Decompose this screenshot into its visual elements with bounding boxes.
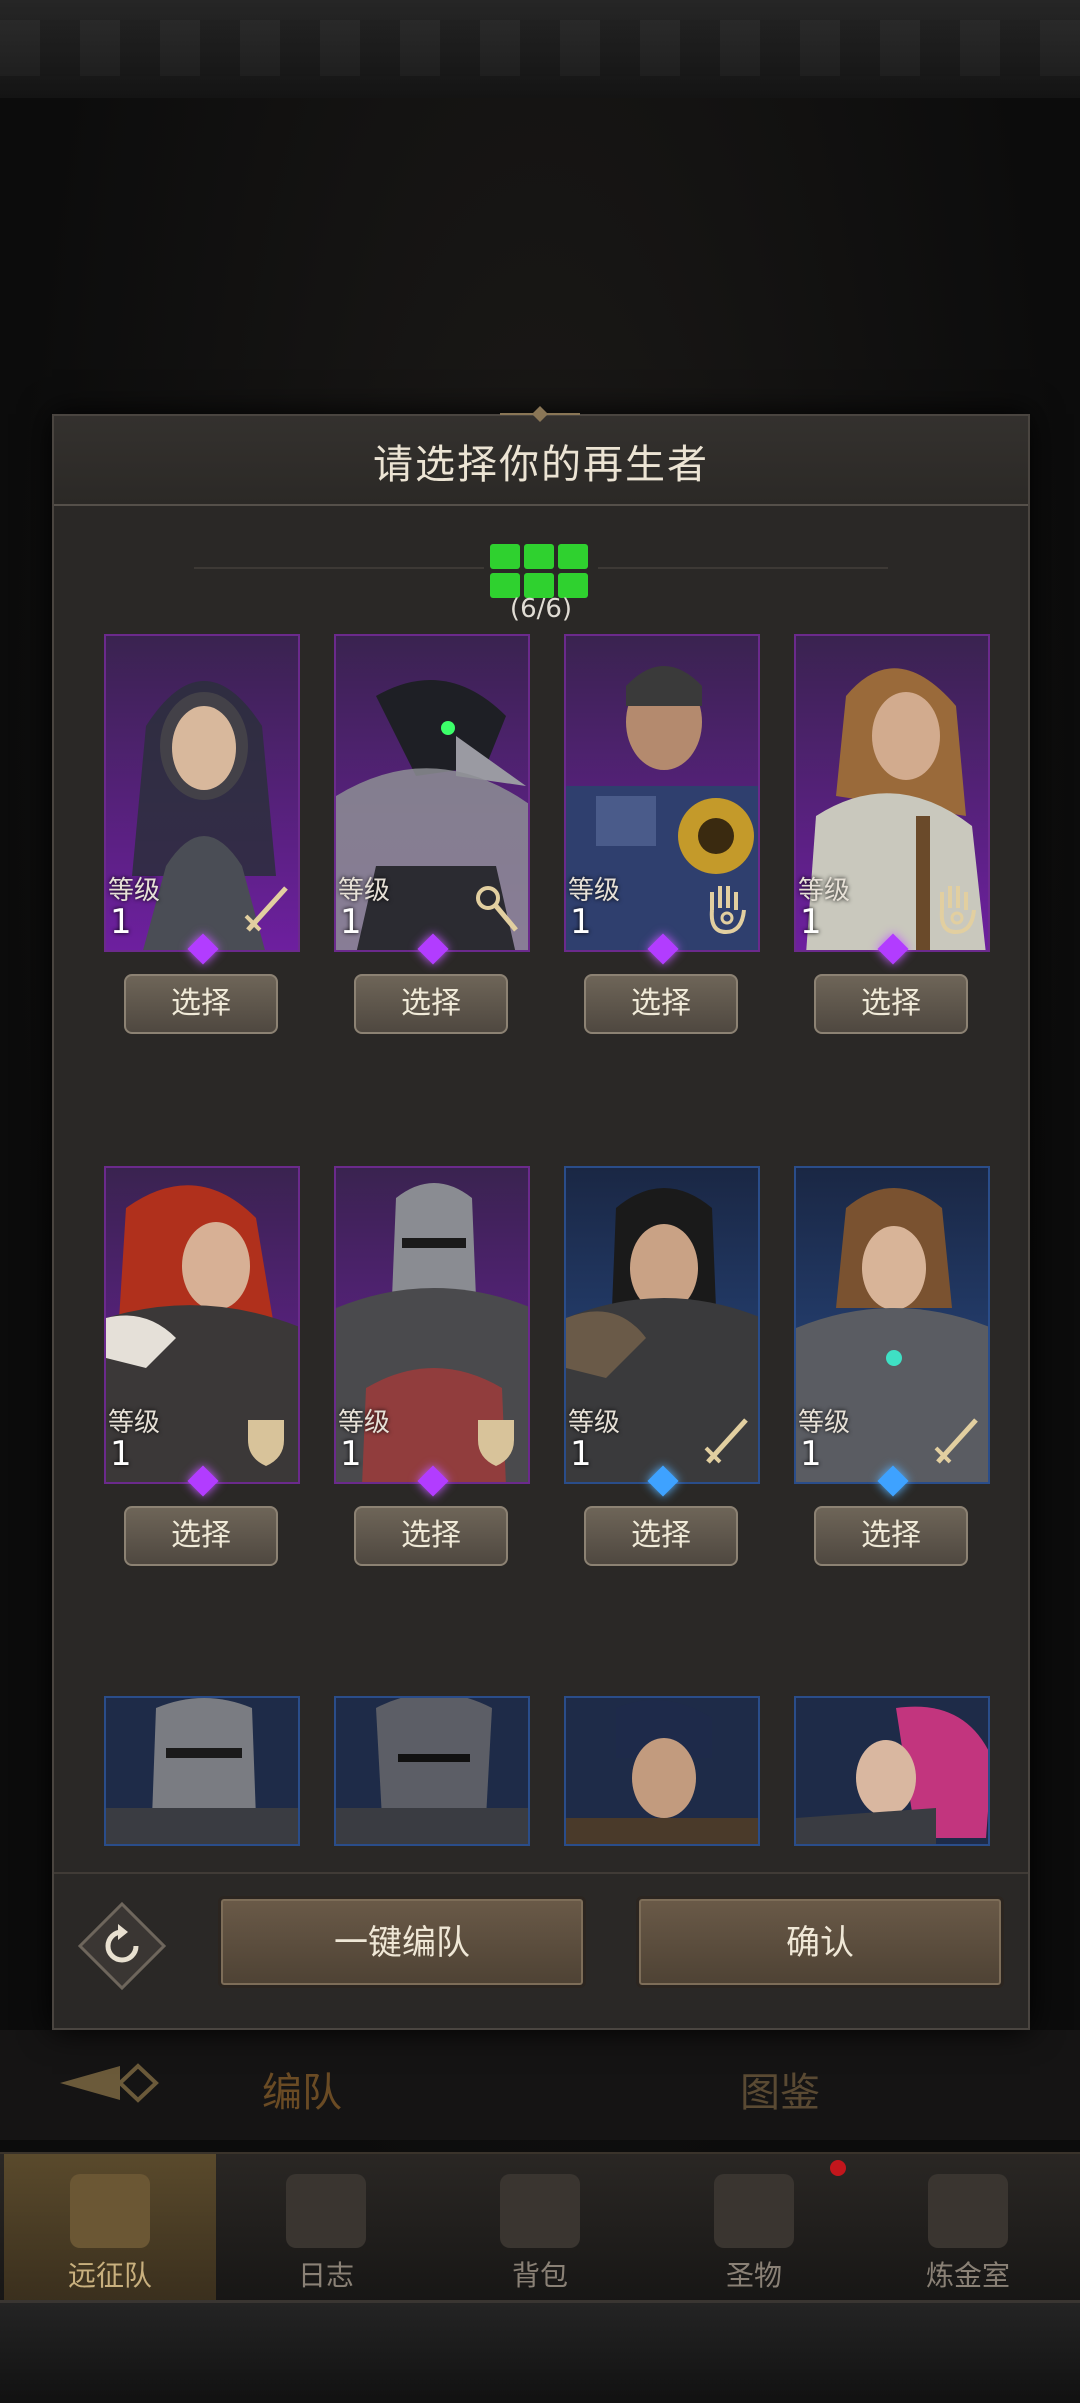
nav-label: 炼金室 (925, 2259, 1010, 2292)
nav-label: 日志 (297, 2259, 354, 2292)
select-button[interactable]: 选择 (814, 974, 968, 1034)
level-value: 1 (570, 1434, 592, 1474)
refresh-icon[interactable] (78, 1902, 166, 1990)
nav-backpack[interactable]: 背包 (434, 2154, 646, 2302)
hero-card[interactable]: 等级 1 选择 (794, 634, 990, 1034)
hero-card[interactable]: 等级 1 选择 (104, 634, 300, 1034)
divider (598, 567, 888, 569)
hero-card[interactable]: 等级 1 选择 (564, 1166, 760, 1566)
nav-alchemy[interactable]: 炼金室 (862, 2154, 1074, 2302)
horned-helmet-icon (70, 2174, 150, 2248)
bottom-frame (0, 2300, 1080, 2403)
tab-codex[interactable]: 图鉴 (740, 2060, 820, 2118)
back-arrow-icon[interactable] (60, 2052, 160, 2114)
hero-portrait (794, 1696, 990, 1846)
sword-icon (704, 1418, 748, 1464)
select-button[interactable]: 选择 (354, 974, 508, 1034)
auto-team-button[interactable]: 一键编队 (218, 1896, 586, 1988)
top-bar (0, 0, 1080, 101)
sword-icon (934, 1418, 978, 1464)
select-button[interactable]: 选择 (124, 1506, 278, 1566)
tab-team[interactable]: 编队 (262, 2060, 342, 2118)
divider (54, 1872, 1028, 1874)
hero-card[interactable]: 等级 1 选择 (564, 634, 760, 1034)
hero-card[interactable] (564, 1696, 760, 1846)
shield-icon (248, 1420, 284, 1466)
hero-card[interactable] (334, 1696, 530, 1846)
hero-grid[interactable]: 等级 1 选择 等级 1 选择 等级 1 选择 等级 1 选择 等级 1 选择 … (62, 616, 1020, 1846)
confirm-button[interactable]: 确认 (636, 1896, 1004, 1988)
notification-dot (830, 2160, 846, 2176)
tab-row: 编队 图鉴 (0, 2030, 1080, 2140)
scroll-icon (286, 2174, 366, 2248)
nav-label: 圣物 (725, 2259, 782, 2292)
level-value: 1 (110, 902, 132, 942)
nav-relics[interactable]: 圣物 (648, 2154, 860, 2302)
hero-select-modal: 请选择你的再生者 (6/6) 等级 1 选择 等级 1 选择 等级 1 选择 等… (52, 406, 1030, 2030)
hero-card[interactable]: 等级 1 选择 (334, 1166, 530, 1566)
nav-label: 背包 (511, 2259, 568, 2292)
select-button[interactable]: 选择 (124, 974, 278, 1034)
divider (194, 567, 484, 569)
ornament-icon (500, 406, 580, 422)
level-value: 1 (800, 1434, 822, 1474)
select-button[interactable]: 选择 (814, 1506, 968, 1566)
nav-label: 远征队 (67, 2259, 152, 2292)
select-button[interactable]: 选择 (584, 1506, 738, 1566)
select-button[interactable]: 选择 (354, 1506, 508, 1566)
hero-card[interactable] (104, 1696, 300, 1846)
level-value: 1 (110, 1434, 132, 1474)
select-button[interactable]: 选择 (584, 974, 738, 1034)
alchemy-icon (928, 2174, 1008, 2248)
backpack-icon (500, 2174, 580, 2248)
level-value: 1 (340, 1434, 362, 1474)
nav-expedition[interactable]: 远征队 (4, 2154, 216, 2302)
modal-title: 请选择你的再生者 (373, 442, 709, 488)
nav-journal[interactable]: 日志 (220, 2154, 432, 2302)
relic-torch-icon (714, 2174, 794, 2248)
level-value: 1 (340, 902, 362, 942)
modal-header: 请选择你的再生者 (54, 406, 1028, 506)
hero-card[interactable]: 等级 1 选择 (794, 1166, 990, 1566)
hero-portrait (564, 1696, 760, 1846)
staff-icon (476, 886, 518, 932)
hero-card[interactable]: 等级 1 选择 (104, 1166, 300, 1566)
hero-card[interactable]: 等级 1 选择 (334, 634, 530, 1034)
sword-icon (244, 886, 288, 932)
level-value: 1 (570, 902, 592, 942)
hero-portrait (334, 1696, 530, 1846)
bottom-nav: 远征队 日志 背包 圣物 炼金室 (0, 2152, 1080, 2302)
hero-portrait (104, 1696, 300, 1846)
level-value: 1 (800, 902, 822, 942)
hero-card[interactable] (794, 1696, 990, 1846)
shield-icon (478, 1420, 514, 1466)
hand-icon (939, 886, 976, 935)
hand-icon (709, 886, 746, 935)
